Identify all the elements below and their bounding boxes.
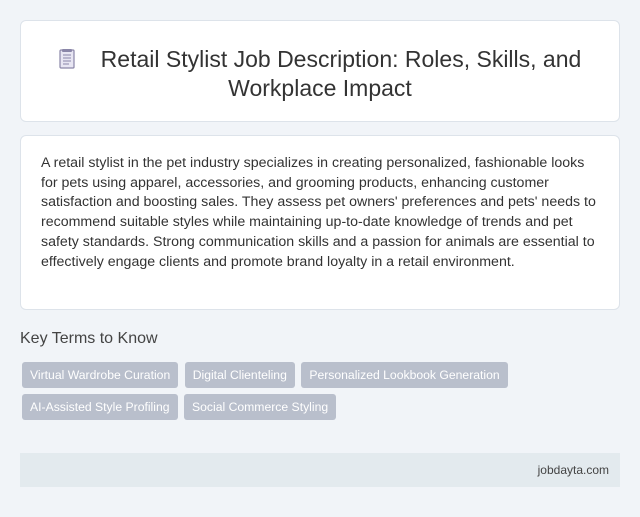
tag-row: Virtual Wardrobe Curation Digital Client…	[22, 362, 602, 394]
key-terms-heading: Key Terms to Know	[20, 330, 158, 347]
description-text: A retail stylist in the pet industry spe…	[41, 155, 596, 270]
description-card: A retail stylist in the pet industry spe…	[20, 135, 620, 310]
tag-row: AI-Assisted Style Profiling Social Comme…	[22, 394, 602, 426]
page: Retail Stylist Job Description: Roles, S…	[0, 0, 640, 517]
tag-digital-clienteling[interactable]: Digital Clienteling	[184, 362, 295, 388]
footer-site-link[interactable]: jobdayta.com	[538, 463, 609, 477]
title-card: Retail Stylist Job Description: Roles, S…	[20, 20, 620, 122]
tag-social-commerce-styling[interactable]: Social Commerce Styling	[184, 394, 337, 420]
tag-virtual-wardrobe-curation[interactable]: Virtual Wardrobe Curation	[22, 362, 179, 388]
page-title: Retail Stylist Job Description: Roles, S…	[21, 45, 619, 103]
key-terms-tags: Virtual Wardrobe Curation Digital Client…	[22, 362, 602, 426]
page-title-text: Retail Stylist Job Description: Roles, S…	[100, 46, 582, 101]
footer: jobdayta.com	[20, 453, 620, 487]
tag-ai-assisted-style-profiling[interactable]: AI-Assisted Style Profiling	[22, 394, 178, 420]
tag-personalized-lookbook-generation[interactable]: Personalized Lookbook Generation	[301, 362, 508, 388]
document-icon	[59, 49, 75, 69]
